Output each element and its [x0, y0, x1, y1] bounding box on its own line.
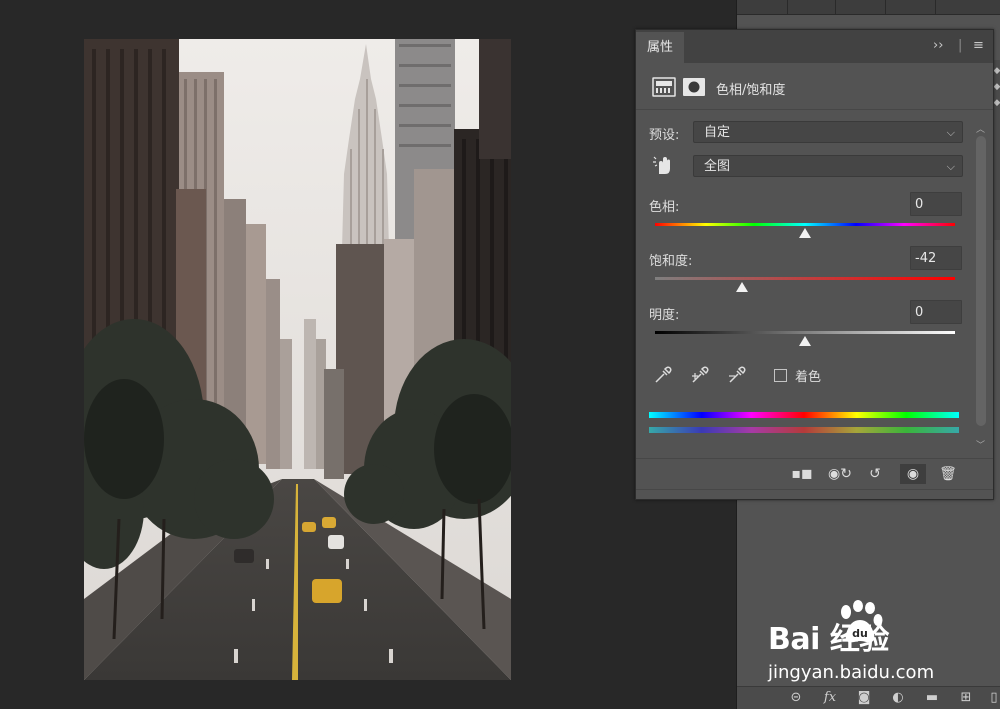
on-image-adjust-hand-icon[interactable] [652, 154, 674, 176]
panel-menu-icon[interactable]: ≡ [973, 38, 984, 53]
hue-slider-thumb[interactable] [799, 228, 811, 238]
dock-cell [787, 0, 836, 14]
dock-cell [885, 0, 936, 14]
baidu-watermark: Bai 经验 du jingyan.baidu.com [768, 600, 1000, 692]
saturation-slider-track[interactable] [655, 277, 955, 280]
eyedropper-subtract-icon[interactable] [727, 365, 747, 385]
input-spectrum-bar [649, 412, 959, 418]
preset-dropdown[interactable]: 自定 ⌵ [693, 121, 963, 143]
hue-input[interactable]: 0 [910, 192, 962, 216]
scroll-up-icon[interactable]: ︿ [976, 122, 985, 135]
document-canvas[interactable] [0, 0, 735, 709]
adjustment-header: 色相/饱和度 [636, 63, 993, 110]
colorize-label: 着色 [795, 370, 822, 385]
mask-icon[interactable]: ◙ [855, 690, 873, 706]
preset-label: 预设: [649, 128, 680, 143]
link-icon[interactable]: ⊝ [787, 690, 805, 706]
panel-resize-grip[interactable] [636, 489, 993, 500]
tab-properties[interactable]: 属性 [636, 32, 684, 63]
header-divider: | [958, 38, 963, 53]
hue-label: 色相: [649, 200, 680, 215]
hue-saturation-icon[interactable] [652, 77, 676, 97]
svg-text:du: du [852, 627, 868, 640]
dock-topbar [737, 0, 1000, 15]
dock-cell [737, 0, 788, 14]
panel-header: 属性 ›› | ≡ [636, 30, 993, 63]
clip-to-layer-icon[interactable]: ▪◼ [789, 464, 815, 484]
adjustment-title: 色相/饱和度 [716, 83, 786, 98]
panel-scrollbar[interactable]: ︿ ﹀ [973, 122, 989, 458]
paw-logo-icon: du [841, 600, 883, 643]
folder-icon[interactable]: ▬ [923, 690, 941, 706]
scroll-down-icon[interactable]: ﹀ [976, 438, 985, 451]
lightness-input[interactable]: 0 [910, 300, 962, 324]
scrollbar-thumb[interactable] [976, 136, 986, 426]
lightness-label: 明度: [649, 308, 680, 323]
eyedropper-icon[interactable] [653, 365, 673, 385]
colorize-checkbox[interactable] [774, 369, 787, 382]
channel-value: 全图 [704, 159, 731, 174]
trash-icon[interactable]: ▯ [985, 690, 1000, 706]
new-layer-icon[interactable]: ⊞ [957, 690, 975, 706]
preset-value: 自定 [704, 125, 731, 140]
eyedropper-add-icon[interactable] [690, 365, 710, 385]
lightness-slider-track[interactable] [655, 331, 955, 334]
output-spectrum-bar [649, 427, 959, 433]
lightness-slider-thumb[interactable] [799, 336, 811, 346]
dock-cell [835, 0, 886, 14]
delete-trash-icon[interactable]: 🗑 [935, 464, 961, 484]
view-previous-state-icon[interactable]: ◉↻ [827, 464, 853, 484]
chevron-down-icon: ⌵ [946, 126, 955, 139]
channel-dropdown[interactable]: 全图 ⌵ [693, 155, 963, 177]
properties-panel: 属性 ›› | ≡ 色相/饱和度 预设: 自定 ⌵ 全图 ⌵ 色相: 0 饱和度… [635, 29, 994, 500]
watermark-site: jingyan.baidu.com [768, 662, 935, 683]
fx-icon[interactable]: fx [821, 690, 839, 706]
chevron-down-icon: ⌵ [946, 160, 955, 173]
panel-footer: ▪◼ ◉↻ ↺ ◉ 🗑 [636, 458, 993, 490]
adjustment-icon[interactable]: ◐ [889, 690, 907, 706]
dock-edge-strip: ◆ ◆ ◆ [993, 60, 1000, 240]
visibility-eye-icon[interactable]: ◉ [900, 464, 926, 484]
reset-icon[interactable]: ↺ [862, 464, 888, 484]
saturation-input[interactable]: -42 [910, 246, 962, 270]
hue-slider-track[interactable] [655, 223, 955, 226]
layer-mask-icon[interactable] [682, 77, 706, 97]
saturation-label: 饱和度: [649, 254, 693, 269]
expand-icon[interactable]: ›› [933, 38, 943, 53]
street-photo [84, 39, 511, 680]
saturation-slider-thumb[interactable] [736, 282, 748, 292]
